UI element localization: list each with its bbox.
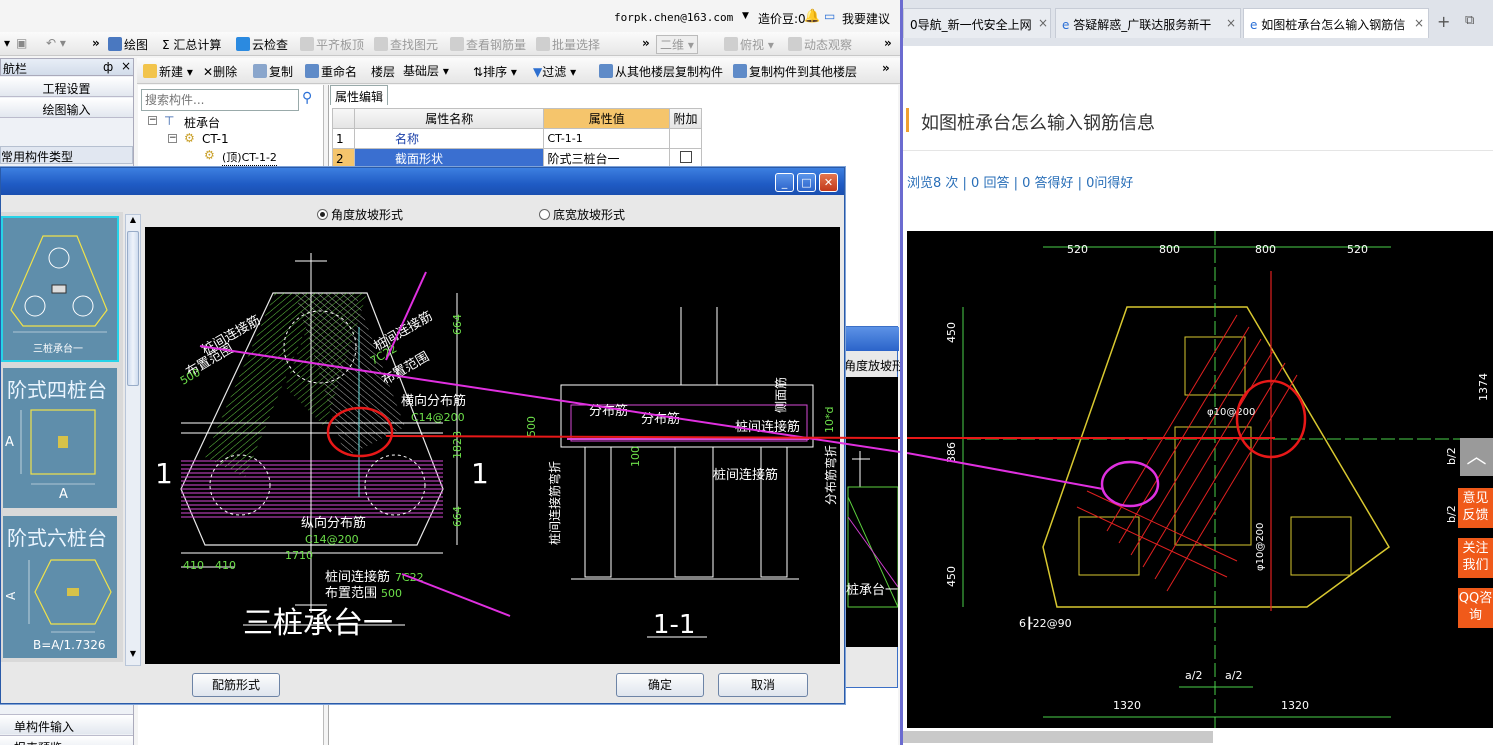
cap-outline [1042, 306, 1390, 608]
gtj-application: forpk.chen@163.com ▼ 造价豆:0 🔔 ▭ 我要建议 ▾ ▣ … [0, 0, 900, 745]
dim-mid: a/2 [1185, 669, 1202, 682]
question-title: 如图桩承台怎么输入钢筋信息 [921, 113, 1155, 134]
rebar-line [1106, 314, 1238, 532]
dim-left: 450 [945, 322, 958, 343]
browser-tab[interactable]: 0导航_新一代安全上网 × [903, 8, 1051, 38]
rebar-line [1076, 506, 1228, 578]
browser-window: 0导航_新一代安全上网 × e 答疑解惑_广联达服务新干 × e 如图桩承台怎么输入… [900, 0, 1493, 745]
note-rebar: φ10@200 [1255, 523, 1266, 571]
back-to-top-icon[interactable]: ︿ [1460, 438, 1493, 476]
dim-bottom: 1320 [1281, 699, 1309, 712]
pile-rect [1290, 516, 1352, 576]
question-header: 如图桩承台怎么输入钢筋信息 [903, 46, 1493, 151]
ie-icon: e [1062, 18, 1070, 32]
rebar-line [1130, 338, 1262, 556]
ie-icon: e [1250, 18, 1258, 32]
annotation-overlay [199, 271, 900, 617]
feedback-button[interactable]: 意见反馈 [1458, 488, 1493, 528]
pile-rect [1078, 516, 1140, 576]
dim-top: 800 [1159, 243, 1180, 256]
rebar-line [1142, 350, 1274, 568]
rebar-line [1118, 326, 1250, 544]
question-image: 520 800 800 520 450 386 450 1320 1320 a/… [906, 231, 1493, 728]
browser-tabstrip: 0导航_新一代安全上网 × e 答疑解惑_广联达服务新干 × e 如图桩承台怎么输入… [903, 0, 1493, 46]
new-tab-icon[interactable]: + [1437, 12, 1450, 31]
note-rebar: 6┠22@90 [1019, 616, 1072, 630]
dim-mid: a/2 [1225, 669, 1242, 682]
tab-title: 0导航_新一代安全上网 [910, 18, 1032, 32]
title-accent [906, 108, 909, 132]
horizontal-scrollbar[interactable] [903, 731, 1213, 743]
dim-left: 450 [945, 566, 958, 587]
annotation-arrow [385, 271, 427, 361]
annotation-circle [326, 406, 394, 458]
question-stats: 浏览8 次 | 0 回答 | 0 答得好 | 0问得好 [907, 176, 1134, 191]
note-dim: 1374 [1477, 373, 1490, 401]
follow-button[interactable]: 关注我们 [1458, 538, 1493, 578]
dim-bottom: 1320 [1113, 699, 1141, 712]
dim-top: 520 [1347, 243, 1368, 256]
browser-tab[interactable]: e 答疑解惑_广联达服务新干 × [1055, 8, 1241, 38]
dim-top: 800 [1255, 243, 1276, 256]
close-icon[interactable]: × [1038, 16, 1048, 30]
annotation-arrow [385, 435, 900, 439]
question-cad-svg: 520 800 800 520 450 386 450 1320 1320 a/… [906, 231, 1493, 728]
browser-tab-active[interactable]: e 如图桩承台怎么输入钢筋信 × [1243, 8, 1429, 38]
close-icon[interactable]: × [1226, 16, 1236, 30]
close-icon[interactable]: × [1414, 16, 1424, 30]
annotation-circle [1100, 460, 1160, 508]
note-dim: b/2 [1445, 505, 1458, 523]
note-dim: b/2 [1445, 447, 1458, 465]
tab-title: 如图桩承台怎么输入钢筋信 [1261, 18, 1406, 32]
qq-consult-button[interactable]: QQ咨询 [1458, 588, 1493, 628]
annotation-arrow [401, 573, 511, 617]
restore-icon[interactable]: ⧉ [1465, 13, 1474, 28]
tab-title: 答疑解惑_广联达服务新干 [1073, 18, 1212, 32]
note-rebar: φ10@200 [1207, 407, 1255, 418]
dim-top: 520 [1067, 243, 1088, 256]
